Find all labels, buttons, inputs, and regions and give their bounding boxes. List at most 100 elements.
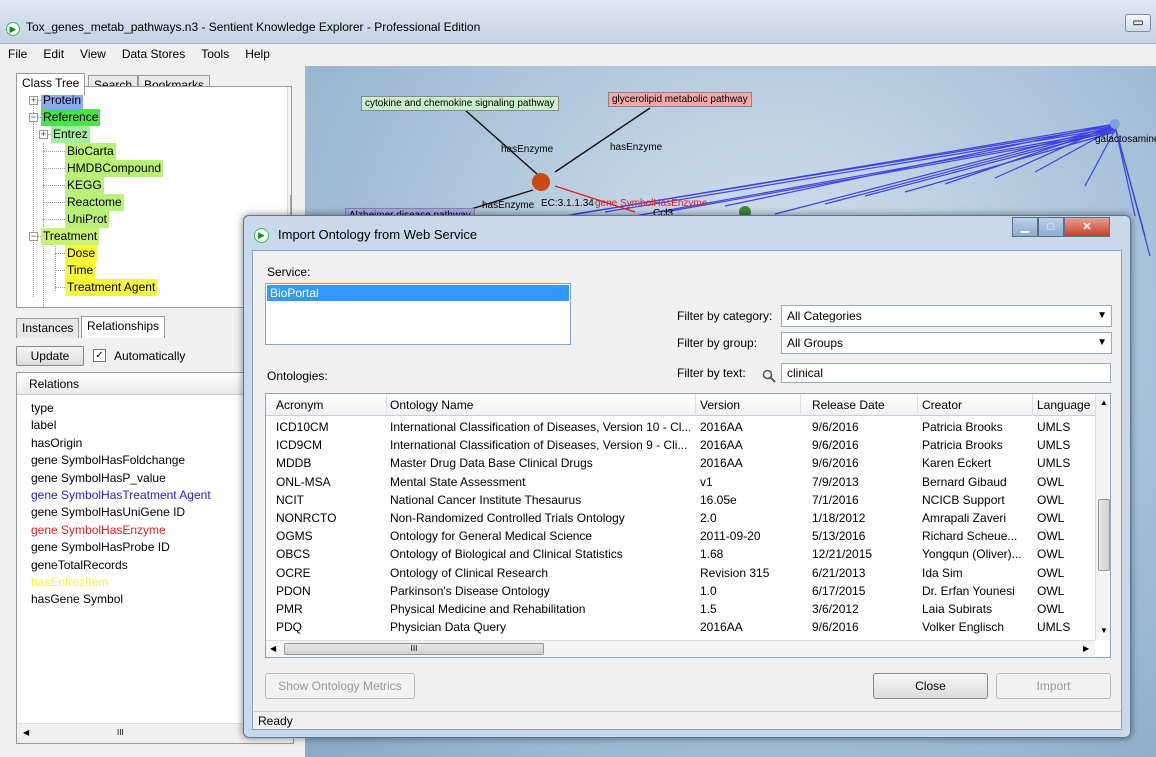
relation-item[interactable]: gene SymbolHasEnzyme [31, 523, 166, 537]
table-cell: 5/13/2016 [812, 529, 866, 544]
table-cell: 2.0 [700, 511, 717, 525]
table-cell: ICD9CM [276, 438, 323, 453]
tree-item-biocarta[interactable]: BioCarta [65, 143, 116, 160]
service-list[interactable]: BioPortal [265, 283, 571, 345]
scroll-thumb[interactable]: III [284, 643, 544, 655]
table-cell: Patricia Brooks [922, 420, 1003, 434]
edge-label: hasEnzyme [610, 142, 663, 153]
show-ontology-metrics-button[interactable]: Show Ontology Metrics [265, 673, 415, 699]
expand-icon[interactable]: + [29, 96, 38, 105]
dialog-close-icon[interactable]: ✕ [1064, 217, 1110, 237]
dialog-maximize-button[interactable]: □ [1038, 217, 1064, 237]
tab-relationships[interactable]: Relationships [81, 316, 166, 338]
collapse-icon[interactable]: − [29, 232, 38, 241]
table-cell: OWL [1037, 602, 1065, 616]
tree-item-treatment[interactable]: Treatment [41, 228, 100, 245]
relation-item[interactable]: gene SymbolHasProbe ID [31, 540, 170, 554]
table-row[interactable]: MDDB Master Drug Data Base Clinical Drugs… [266, 454, 1096, 472]
table-cell: ONL-MSA [276, 474, 331, 489]
dialog-minimize-button[interactable]: ▁ [1012, 217, 1038, 237]
table-row[interactable]: PDON Parkinson's Disease Ontology 1.0 6/17/… [266, 582, 1096, 600]
column-ontology-name[interactable]: Ontology Name [390, 398, 473, 412]
table-vscrollbar[interactable]: ▲ ▼ [1095, 394, 1110, 640]
tree-item-dose[interactable]: Dose [65, 245, 98, 262]
title-bar: ▶ Tox_genes_metab_pathways.n3 - Sentient… [0, 0, 1156, 44]
graph-node-cytokine[interactable]: cytokine and chemokine signaling pathway [361, 96, 559, 111]
table-cell: ICD10CM [276, 420, 329, 434]
table-row[interactable]: ONL-MSA Mental State Assessment v1 7/9/2013… [266, 473, 1096, 491]
relation-item[interactable]: type [31, 401, 54, 415]
column-acronym[interactable]: Acronym [276, 398, 323, 412]
menu-edit[interactable]: Edit [35, 44, 72, 64]
table-row[interactable]: OGMS Ontology for General Medical Science… [266, 527, 1096, 545]
scroll-thumb[interactable] [1098, 499, 1110, 571]
tree-item-entrez[interactable]: Entrez [51, 126, 90, 143]
app-icon: ▶ [254, 228, 269, 243]
window-title: Tox_genes_metab_pathways.n3 - Sentient K… [26, 20, 481, 34]
automatically-checkbox[interactable]: ✓ [93, 349, 106, 362]
relation-item[interactable]: hasEntrezItem [31, 575, 108, 589]
tree-item-reactome[interactable]: Reactome [65, 194, 124, 211]
service-item-bioportal[interactable]: BioPortal [267, 285, 569, 301]
table-row[interactable]: ICD9CM International Classification of Di… [266, 436, 1096, 454]
tab-class-tree[interactable]: Class Tree [16, 73, 86, 95]
table-row[interactable]: NONRCTO Non-Randomized Controlled Trials … [266, 509, 1096, 527]
table-cell: UMLS [1037, 456, 1071, 471]
table-row[interactable]: OCRE Ontology of Clinical Research Revisio… [266, 564, 1096, 582]
relation-item[interactable]: gene SymbolHasTreatment Agent [31, 488, 211, 502]
relation-item[interactable]: label [31, 418, 56, 432]
relation-item[interactable]: gene SymbolHasUniGene ID [31, 505, 185, 519]
table-row[interactable]: PDQ Physician Data Query 2016AA 9/6/2016 Vol… [266, 618, 1096, 636]
table-cell: Richard Scheue... [922, 529, 1018, 544]
relation-item[interactable]: gene SymbolHasP_value [31, 471, 166, 485]
import-ontology-dialog: ▶ Import Ontology from Web Service ▁ □ ✕… [243, 215, 1131, 738]
table-cell: Ontology of Clinical Research [390, 565, 549, 580]
minimize-button[interactable]: ▭ [1125, 14, 1151, 32]
table-cell: Mental State Assessment [390, 474, 526, 489]
table-hscrollbar[interactable]: ◀ III ▶ [266, 640, 1095, 657]
column-creator[interactable]: Creator [922, 398, 962, 412]
table-cell: Revision 315 [700, 565, 770, 580]
relation-item[interactable]: hasOrigin [31, 436, 82, 450]
tree-item-uniprot[interactable]: UniProt [65, 211, 110, 228]
tree-item-hmdbcompound[interactable]: HMDBCompound [65, 160, 164, 177]
table-row[interactable]: PMR Physical Medicine and Rehabilitation 1… [266, 600, 1096, 618]
table-cell: Yongqun (Oliver)... [922, 547, 1022, 562]
close-button[interactable]: Close [873, 673, 988, 699]
tree-item-kegg[interactable]: KEGG [65, 177, 104, 194]
update-button[interactable]: Update [16, 346, 84, 366]
table-cell: 9/6/2016 [812, 456, 859, 471]
filter-text-label: Filter by text: [677, 366, 746, 380]
graph-node-galactosamine[interactable]: galactosamine [1095, 134, 1156, 145]
filter-category-value: All Categories [787, 309, 862, 323]
tab-instances[interactable]: Instances [16, 318, 80, 338]
column-version[interactable]: Version [700, 398, 740, 412]
table-cell: National Cancer Institute Thesaurus [390, 492, 582, 507]
graph-node-ec[interactable]: EC:3.1.1.34 [541, 198, 594, 209]
relation-item[interactable]: gene SymbolHasFoldchange [31, 453, 185, 467]
menu-tools[interactable]: Tools [193, 44, 237, 64]
filter-category-select[interactable]: All Categories ▼ [781, 305, 1112, 327]
graph-node-glycerolipid[interactable]: glycerolipid metabolic pathway [608, 92, 752, 107]
relation-item[interactable]: geneTotalRecords [31, 558, 128, 572]
filter-group-select[interactable]: All Groups ▼ [781, 332, 1112, 354]
table-cell: OGMS [276, 529, 313, 544]
menu-data-stores[interactable]: Data Stores [114, 44, 193, 64]
tree-item-time[interactable]: Time [65, 262, 96, 279]
table-row[interactable]: NCIT National Cancer Institute Thesaurus 1… [266, 491, 1096, 509]
column-release-date[interactable]: Release Date [812, 398, 885, 412]
filter-category-label: Filter by category: [677, 309, 773, 323]
column-language[interactable]: Language [1037, 398, 1090, 412]
filter-text-input[interactable]: clinical [781, 363, 1111, 383]
table-row[interactable]: OBCS Ontology of Biological and Clinical … [266, 545, 1096, 563]
tree-item-reference[interactable]: Reference [41, 109, 101, 126]
expand-icon[interactable]: + [39, 130, 48, 139]
menu-help[interactable]: Help [237, 44, 278, 64]
tree-item-treatment-agent[interactable]: Treatment Agent [65, 279, 158, 296]
collapse-icon[interactable]: − [29, 113, 38, 122]
import-button[interactable]: Import [996, 673, 1111, 699]
menu-view[interactable]: View [72, 44, 114, 64]
relation-item[interactable]: hasGene Symbol [31, 592, 123, 606]
table-row[interactable]: ICD10CM International Classification of D… [266, 418, 1096, 436]
menu-file[interactable]: File [0, 44, 35, 64]
